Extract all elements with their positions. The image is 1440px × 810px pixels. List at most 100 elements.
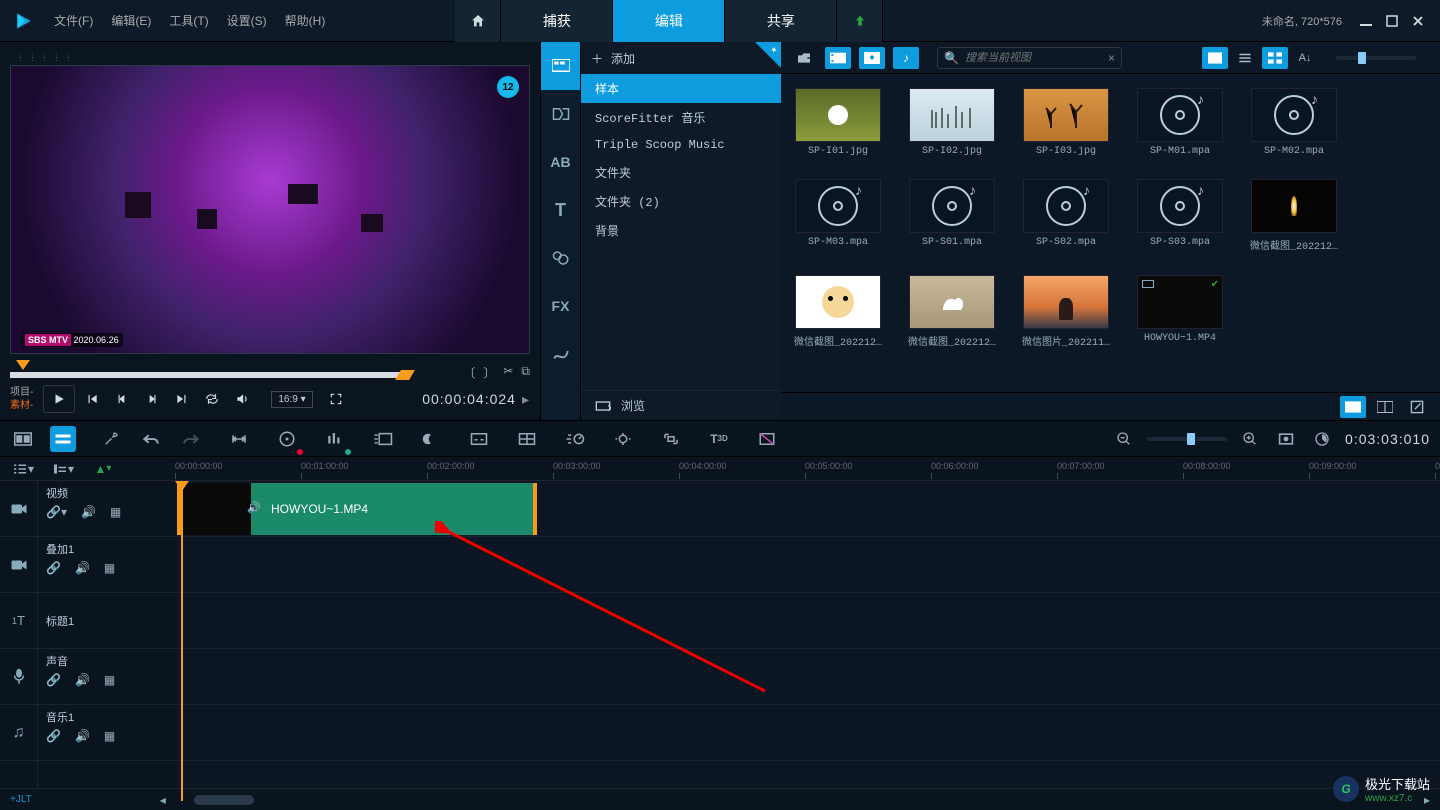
aspect-ratio-button[interactable]: 16:9 ▾ bbox=[271, 391, 312, 408]
preview-video[interactable]: 12 SBS MTV 2020.06.26 bbox=[10, 65, 530, 354]
zoom-out-icon[interactable] bbox=[1111, 426, 1137, 452]
mask-icon[interactable] bbox=[418, 426, 444, 452]
menu-settings[interactable]: 设置(S) bbox=[227, 12, 267, 29]
motion-icon[interactable] bbox=[370, 426, 396, 452]
fit-window-icon[interactable] bbox=[1273, 426, 1299, 452]
menu-file[interactable]: 文件(F) bbox=[54, 12, 93, 29]
mark-out-icon[interactable]: 〕 bbox=[483, 364, 495, 381]
playhead-icon[interactable] bbox=[175, 481, 189, 491]
filter-tab-icon[interactable]: AB bbox=[541, 138, 580, 186]
play-button[interactable] bbox=[43, 385, 75, 413]
split-icon[interactable]: ✂ bbox=[503, 364, 513, 381]
tree-item-scorefitter[interactable]: ScoreFitter 音乐 bbox=[581, 103, 781, 132]
filter-video-icon[interactable] bbox=[825, 47, 851, 69]
link-icon[interactable]: 🔗▾ bbox=[46, 505, 67, 519]
home-button[interactable] bbox=[455, 0, 501, 42]
track-icon-title[interactable]: 1T bbox=[0, 593, 37, 649]
multiview-icon[interactable] bbox=[514, 426, 540, 452]
tab-share[interactable]: 共享 bbox=[725, 0, 837, 42]
goto-start-button[interactable] bbox=[79, 386, 105, 412]
media-item[interactable]: ♪SP-M01.mpa bbox=[1137, 88, 1223, 157]
audio-mixer-icon[interactable] bbox=[322, 426, 348, 452]
stabilize-icon[interactable] bbox=[610, 426, 636, 452]
track-header-title[interactable]: 标题1 bbox=[38, 593, 175, 649]
menu-edit[interactable]: 编辑(E) bbox=[111, 12, 151, 29]
add-track-button[interactable]: +JLT bbox=[10, 794, 32, 805]
tree-item-bg[interactable]: 背景 bbox=[581, 216, 781, 245]
tree-item-sample[interactable]: 样本 bbox=[581, 74, 781, 103]
import-icon[interactable] bbox=[791, 47, 817, 69]
timeline-ruler[interactable]: ▾ ▾ ▲▾ 00:00:00:0000:01:00:0000:02:00:00… bbox=[0, 457, 1440, 481]
fullscreen-button[interactable] bbox=[323, 386, 349, 412]
preview-timecode[interactable]: 00:00:04:024▸ bbox=[422, 391, 530, 408]
media-item[interactable]: ♪SP-S01.mpa bbox=[909, 179, 995, 253]
media-item[interactable]: ♪SP-S03.mpa bbox=[1137, 179, 1223, 253]
media-tab-icon[interactable] bbox=[541, 42, 580, 90]
snapshot-icon[interactable]: ⧉ bbox=[521, 364, 530, 381]
zoom-slider[interactable] bbox=[1147, 437, 1227, 441]
track-header-overlay[interactable]: 叠加1 🔗🔊▦ bbox=[38, 537, 175, 593]
prev-frame-button[interactable] bbox=[109, 386, 135, 412]
clear-search-icon[interactable]: × bbox=[1108, 51, 1115, 65]
seek-marker-icon[interactable] bbox=[16, 360, 30, 370]
tree-item-folder2[interactable]: 文件夹 (2) bbox=[581, 187, 781, 216]
track-height-icon[interactable]: ▾ bbox=[50, 456, 76, 482]
tools-icon[interactable] bbox=[98, 426, 124, 452]
maximize-button[interactable] bbox=[1384, 13, 1400, 29]
storyboard-view-icon[interactable] bbox=[10, 426, 36, 452]
view-grid-icon[interactable] bbox=[1262, 47, 1288, 69]
h-scrollbar[interactable] bbox=[194, 795, 254, 805]
view-thumbs-icon[interactable] bbox=[1202, 47, 1228, 69]
media-item[interactable]: 微信图片_202211… bbox=[1023, 275, 1109, 349]
search-input[interactable] bbox=[965, 52, 1108, 64]
fx-icon[interactable]: ▦ bbox=[110, 505, 121, 519]
marker-up-icon[interactable]: ▲▾ bbox=[90, 456, 116, 482]
media-item[interactable]: SP-I03.jpg bbox=[1023, 88, 1109, 157]
source-toggle[interactable]: 项目- 素材- bbox=[10, 386, 33, 412]
link-icon[interactable]: 🔗 bbox=[46, 673, 61, 687]
media-item[interactable]: ✔HOWYOU~1.MP4 bbox=[1137, 275, 1223, 349]
mark-in-icon[interactable]: 〔 bbox=[463, 364, 475, 381]
panel-edit-icon[interactable] bbox=[1404, 396, 1430, 418]
library-search[interactable]: 🔍 × bbox=[937, 47, 1122, 69]
menu-help[interactable]: 帮助(H) bbox=[285, 12, 326, 29]
tab-capture[interactable]: 捕获 bbox=[501, 0, 613, 42]
media-item[interactable]: 微信截图_202212… bbox=[795, 275, 881, 349]
3d-title-icon[interactable]: T3D bbox=[706, 426, 732, 452]
loop-button[interactable] bbox=[199, 386, 225, 412]
zoom-in-icon[interactable] bbox=[1237, 426, 1263, 452]
chroma-icon[interactable] bbox=[754, 426, 780, 452]
track-header-music[interactable]: 音乐1 🔗🔊▦ bbox=[38, 705, 175, 761]
track-icon-voice[interactable] bbox=[0, 649, 37, 705]
upload-button[interactable] bbox=[837, 0, 883, 42]
sort-icon[interactable]: A↓ bbox=[1292, 47, 1318, 69]
track-list-icon[interactable]: ▾ bbox=[10, 456, 36, 482]
playhead-line[interactable] bbox=[181, 481, 183, 801]
media-item[interactable]: 微信截图_202212… bbox=[1251, 179, 1337, 253]
fx-icon[interactable]: ▦ bbox=[104, 561, 115, 575]
track-header-video[interactable]: 视频 🔗▾🔊▦ bbox=[38, 481, 175, 537]
volume-button[interactable] bbox=[229, 386, 255, 412]
mute-icon[interactable]: 🔊 bbox=[75, 673, 90, 687]
tree-item-folder[interactable]: 文件夹 bbox=[581, 158, 781, 187]
browse-button[interactable]: 浏览 bbox=[581, 390, 781, 420]
media-item[interactable]: ♪SP-S02.mpa bbox=[1023, 179, 1109, 253]
speed-icon[interactable] bbox=[562, 426, 588, 452]
path-tab-icon[interactable] bbox=[541, 330, 580, 378]
title-tab-icon[interactable]: T bbox=[541, 186, 580, 234]
media-item[interactable]: ♪SP-M03.mpa bbox=[795, 179, 881, 253]
next-frame-button[interactable] bbox=[139, 386, 165, 412]
transition-tab-icon[interactable] bbox=[541, 90, 580, 138]
track-icon-overlay[interactable] bbox=[0, 537, 37, 593]
panel-grip[interactable]: ⋮⋮⋮⋮⋮ bbox=[10, 50, 530, 65]
tab-edit[interactable]: 编辑 bbox=[613, 0, 725, 42]
track-body[interactable]: 🔊 HOWYOU~1.MP4 bbox=[175, 481, 1440, 788]
preview-seekbar[interactable]: 〔 〕 ✂ ⧉ bbox=[10, 360, 530, 380]
fx-icon[interactable]: ▦ bbox=[104, 729, 115, 743]
record-icon[interactable] bbox=[226, 426, 252, 452]
filter-audio-icon[interactable]: ♪ bbox=[893, 47, 919, 69]
graphics-tab-icon[interactable] bbox=[541, 234, 580, 282]
link-icon[interactable]: 🔗 bbox=[46, 729, 61, 743]
mute-icon[interactable]: 🔊 bbox=[81, 505, 96, 519]
subtitle-icon[interactable] bbox=[466, 426, 492, 452]
